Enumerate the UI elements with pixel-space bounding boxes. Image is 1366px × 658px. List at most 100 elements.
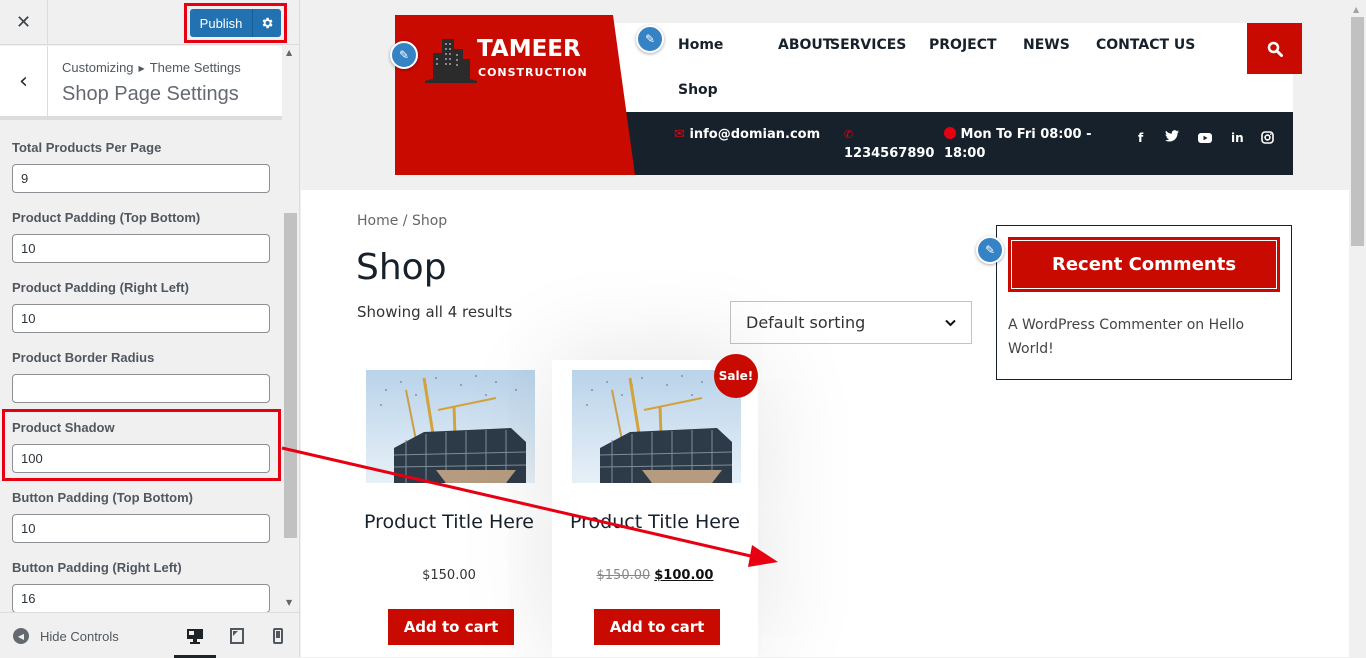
construction-image [366, 370, 535, 483]
twitter-icon[interactable] [1165, 130, 1179, 145]
section-title: Shop Page Settings [62, 83, 239, 105]
facebook-icon[interactable]: f [1138, 131, 1143, 145]
product-card[interactable]: Product Title Here $150.00 $100.00 Add to… [552, 360, 758, 657]
pencil-icon: ✎ [644, 32, 656, 46]
search-button[interactable] [1247, 23, 1302, 74]
close-customizer-button[interactable]: ✕ [0, 0, 48, 45]
contact-email[interactable]: ✉ info@domian.com [674, 125, 820, 144]
edit-menu-button[interactable]: ✎ [636, 25, 664, 53]
phone-text: 1234567890 [844, 146, 935, 161]
chevron-left-icon: ‹ [19, 68, 28, 94]
section-header: ‹ Customizing ▶ Theme Settings Shop Page S… [0, 46, 282, 120]
nav-about[interactable]: ABOUT [778, 37, 832, 53]
hide-controls-label: Hide Controls [40, 628, 119, 644]
search-icon [1267, 41, 1283, 57]
comment-entry: A WordPress Commenter on Hello World! [1008, 313, 1280, 361]
comment-connector: on [1186, 317, 1205, 333]
preview-desktop-button[interactable] [185, 626, 205, 646]
product-padding-tb-input[interactable] [12, 234, 270, 263]
contact-phone[interactable]: ✆ 1234567890 [844, 125, 934, 163]
mobile-icon [273, 628, 283, 644]
product-image[interactable] [572, 370, 741, 483]
email-text: info@domian.com [689, 127, 821, 142]
hours-text-line2: 18:00 [944, 146, 986, 161]
product-border-radius-input[interactable] [12, 374, 270, 403]
old-price: $150.00 [596, 568, 651, 583]
control-label: Product Padding (Right Left) [12, 280, 189, 295]
button-padding-tb-input[interactable] [12, 514, 270, 543]
nav-shop[interactable]: Shop [678, 82, 718, 98]
product-title[interactable]: Product Title Here [552, 510, 758, 534]
edit-logo-button[interactable]: ✎ [390, 41, 418, 69]
breadcrumb[interactable]: Home / Shop [357, 213, 447, 229]
scroll-down-arrow-icon[interactable]: ▼ [286, 598, 292, 607]
logo-name[interactable]: TAMEER [477, 36, 581, 62]
desktop-icon [187, 629, 203, 644]
gear-icon [262, 17, 273, 29]
construction-image [572, 370, 741, 483]
chevron-down-icon [945, 319, 956, 326]
hide-controls-button[interactable]: ◀ Hide Controls [13, 628, 119, 644]
page-title: Shop [356, 247, 447, 288]
collapse-arrow-icon: ◀ [13, 628, 29, 644]
control-product-padding-tb: Product Padding (Top Bottom) [12, 210, 270, 263]
product-shadow-highlight-box [2, 409, 281, 481]
product-title[interactable]: Product Title Here [346, 510, 552, 534]
back-button[interactable]: ‹ [0, 46, 48, 116]
scroll-up-arrow-icon[interactable]: ▲ [1353, 5, 1359, 14]
publish-settings-button[interactable] [252, 9, 281, 37]
control-button-padding-tb: Button Padding (Top Bottom) [12, 490, 270, 543]
control-label: Total Products Per Page [12, 140, 162, 155]
control-label: Product Padding (Top Bottom) [12, 210, 201, 225]
nav-contact-us[interactable]: CONTACT US [1096, 37, 1195, 53]
widget-title: Recent Comments [1008, 237, 1280, 292]
button-padding-rl-input[interactable] [12, 584, 270, 612]
linkedin-icon[interactable]: in [1231, 131, 1244, 145]
publish-button[interactable]: Publish [190, 9, 252, 37]
preview-scrollbar-thumb[interactable] [1351, 17, 1364, 246]
product-image[interactable] [366, 370, 535, 483]
clock-icon [944, 127, 956, 139]
customizer-sidebar: ✕ Publish ‹ Customizing ▶ Theme Settings S… [0, 0, 300, 658]
customizer-footer: ◀ Hide Controls [0, 612, 299, 658]
preview-scrollbar[interactable]: ▲ [1349, 0, 1366, 657]
sidebar-scrollbar[interactable] [284, 213, 297, 538]
nav-services[interactable]: SERVICES [830, 37, 906, 53]
comment-author-link[interactable]: A WordPress Commenter [1008, 317, 1182, 333]
control-label: Button Padding (Top Bottom) [12, 490, 193, 505]
product-price: $150.00 [346, 568, 552, 583]
nav-project[interactable]: PROJECT [929, 37, 997, 53]
customizer-breadcrumb: Customizing ▶ Theme Settings [62, 60, 241, 75]
youtube-icon[interactable] [1198, 132, 1212, 146]
envelope-icon: ✉ [674, 127, 685, 142]
tablet-icon [230, 628, 244, 644]
preview-mobile-button[interactable] [268, 626, 288, 646]
nav-news[interactable]: NEWS [1023, 37, 1070, 53]
pencil-icon: ✎ [984, 243, 996, 257]
pencil-icon: ✎ [398, 48, 410, 62]
total-products-input[interactable] [12, 164, 270, 193]
shop-content: Home / Shop Shop Showing all 4 results D… [301, 190, 1349, 657]
instagram-icon[interactable] [1261, 131, 1274, 147]
close-icon: ✕ [15, 12, 32, 33]
control-label: Product Border Radius [12, 350, 155, 365]
sorting-select[interactable]: Default sorting [730, 301, 972, 344]
recent-comments-widget: Recent Comments A WordPress Commenter on… [996, 225, 1292, 380]
nav-home[interactable]: Home [678, 37, 723, 53]
hours-text-line1: Mon To Fri 08:00 - [960, 127, 1092, 142]
breadcrumb-parent: Theme Settings [149, 60, 241, 75]
product-padding-rl-input[interactable] [12, 304, 270, 333]
product-card[interactable]: Product Title Here $150.00 Add to cart [346, 360, 552, 657]
price-value: $150.00 [422, 568, 476, 583]
result-count: Showing all 4 results [357, 303, 513, 321]
customizer-header: ✕ Publish [0, 0, 299, 45]
control-button-padding-rl: Button Padding (Right Left) [12, 560, 270, 612]
add-to-cart-button[interactable]: Add to cart [594, 609, 720, 645]
control-product-border-radius: Product Border Radius [12, 350, 270, 403]
add-to-cart-button[interactable]: Add to cart [388, 609, 514, 645]
preview-tablet-button[interactable] [227, 626, 247, 646]
sale-price: $100.00 [654, 568, 714, 583]
site-preview: TAMEER CONSTRUCTION ✎ ✎ Home ABOUT SERVI… [301, 0, 1349, 657]
scroll-up-arrow-icon[interactable]: ▲ [286, 48, 292, 57]
edit-widget-button[interactable]: ✎ [976, 236, 1004, 264]
